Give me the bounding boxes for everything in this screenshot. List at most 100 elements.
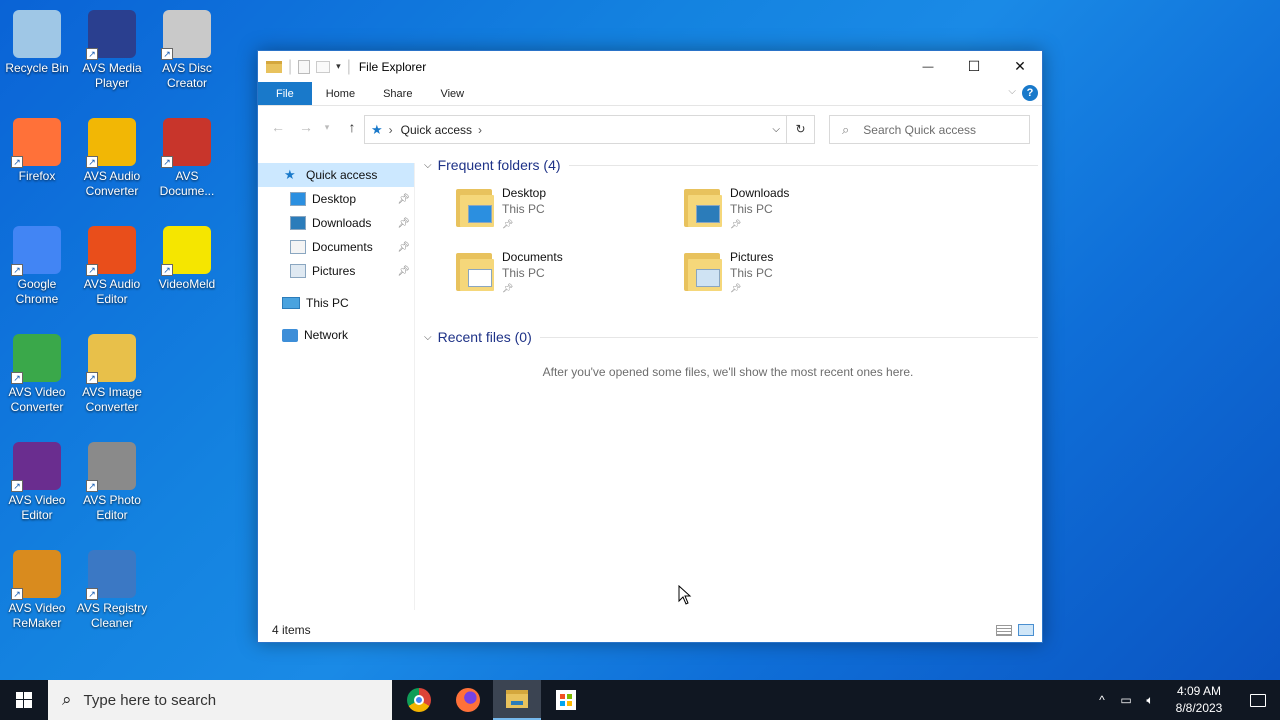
recycle-bin-icon <box>13 10 61 58</box>
desktop-icon-avs-audio-editor[interactable]: ↗ AVS Audio Editor <box>75 220 149 307</box>
divider <box>539 336 1038 338</box>
address-dropdown-icon[interactable]: ⌵ <box>772 124 780 135</box>
up-button[interactable]: ↑ <box>338 119 366 135</box>
large-icons-view-icon[interactable] <box>1018 624 1034 636</box>
desktop-icon-recycle-bin[interactable]: Recycle Bin <box>0 4 74 76</box>
nav-item-desktop[interactable]: Desktop 📌︎ <box>258 187 414 211</box>
desktop-icon-avs-photo-editor[interactable]: ↗ AVS Photo Editor <box>75 436 149 523</box>
documents-folder-icon <box>454 249 496 293</box>
details-view-icon[interactable] <box>996 624 1012 636</box>
shortcut-arrow-icon: ↗ <box>161 156 173 168</box>
taskbar-chrome[interactable] <box>395 680 443 720</box>
avs-registry-cleaner-icon: ↗ <box>86 550 136 600</box>
desktop-icon-avs-image-converter[interactable]: ↗ AVS Image Converter <box>75 328 149 415</box>
taskbar-search-input[interactable]: Type here to search <box>84 692 217 709</box>
recent-files-header[interactable]: ⌵ Recent files (0) <box>418 325 1038 349</box>
nav-network[interactable]: Network <box>258 323 414 347</box>
separator: | <box>288 57 293 75</box>
shortcut-arrow-icon: ↗ <box>11 156 23 168</box>
pictures-folder-icon <box>682 249 724 293</box>
tab-home[interactable]: Home <box>312 82 369 105</box>
desktop-icon-avs-document[interactable]: ↗ AVS Docume... <box>150 112 224 199</box>
action-center-button[interactable] <box>1236 680 1280 720</box>
breadcrumb-chevron-icon: › <box>388 122 393 137</box>
desktop-icon-google-chrome[interactable]: ↗ Google Chrome <box>0 220 74 307</box>
file-explorer-window: | ▾ | File Explorer — ☐ ✕ File Home Shar… <box>257 50 1043 643</box>
taskbar-store[interactable] <box>542 680 590 720</box>
pin-icon[interactable]: 📌︎ <box>397 194 410 205</box>
desktop-icon-label: AVS Media Player <box>82 61 142 90</box>
shortcut-arrow-icon: ↗ <box>86 48 98 60</box>
breadcrumb-quick-access[interactable]: Quick access <box>401 123 472 137</box>
desktop-icon-avs-audio-converter[interactable]: ↗ AVS Audio Converter <box>75 112 149 199</box>
taskbar-search[interactable]: ⌕ Type here to search <box>48 680 392 720</box>
breadcrumb-chevron-icon: › <box>478 122 483 137</box>
avs-photo-editor-icon: ↗ <box>86 442 136 492</box>
properties-icon[interactable] <box>298 59 311 74</box>
taskbar-firefox[interactable] <box>444 680 492 720</box>
folder-tile-pictures[interactable]: Pictures This PC 📌︎ <box>682 249 902 305</box>
desktop-icon-avs-media-player[interactable]: ↗ AVS Media Player <box>75 4 149 91</box>
back-button[interactable]: ← <box>264 119 292 135</box>
expand-ribbon-icon[interactable]: ⌵ <box>1008 86 1016 97</box>
pin-icon: 📌︎ <box>730 283 742 293</box>
desktop-icon-firefox[interactable]: ↗ Firefox <box>0 112 74 184</box>
folder-tile-downloads[interactable]: Downloads This PC 📌︎ <box>682 185 902 241</box>
status-bar: 4 items <box>258 618 1042 642</box>
folder-tile-documents[interactable]: Documents This PC 📌︎ <box>454 249 674 305</box>
recent-locations-icon[interactable]: ▾ <box>320 122 334 133</box>
frequent-folders-header[interactable]: ⌵ Frequent folders (4) <box>418 153 1038 177</box>
search-input[interactable]: Search Quick access <box>863 123 976 137</box>
desktop-icon-avs-disc-creator[interactable]: ↗ AVS Disc Creator <box>150 4 224 91</box>
start-button[interactable] <box>0 680 48 720</box>
new-folder-icon[interactable] <box>316 60 331 73</box>
refresh-button[interactable]: ↻ <box>786 116 814 143</box>
avs-media-player-icon: ↗ <box>86 10 136 60</box>
pin-icon: 📌︎ <box>730 219 742 229</box>
collapse-chevron-icon: ⌵ <box>424 331 432 343</box>
desktop-icon-avs-video-converter[interactable]: ↗ AVS Video Converter <box>0 328 74 415</box>
show-hidden-icons-icon[interactable]: ^ <box>1090 693 1114 707</box>
taskbar-file-explorer[interactable] <box>493 680 541 720</box>
tab-share[interactable]: Share <box>369 82 426 105</box>
search-icon: ⌕ <box>62 690 72 709</box>
nav-item-documents[interactable]: Documents 📌︎ <box>258 235 414 259</box>
clock[interactable]: 4:09 AM 8/8/2023 <box>1162 683 1236 717</box>
pin-icon[interactable]: 📌︎ <box>397 266 410 277</box>
folder-location: This PC <box>730 202 773 216</box>
nav-quick-access[interactable]: ★ Quick access <box>258 163 414 187</box>
nav-label: This PC <box>306 296 349 310</box>
documents-icon <box>290 240 306 254</box>
folder-name: Desktop <box>502 186 547 200</box>
search-box[interactable]: ⌕ Search Quick access <box>829 115 1030 144</box>
title-bar[interactable]: | ▾ | File Explorer — ☐ ✕ <box>258 51 1042 82</box>
shortcut-arrow-icon: ↗ <box>86 480 98 492</box>
shortcut-arrow-icon: ↗ <box>11 480 23 492</box>
help-icon[interactable]: ? <box>1022 85 1038 101</box>
desktop-icon-avs-registry-cleaner[interactable]: ↗ AVS Registry Cleaner <box>75 544 149 631</box>
nav-item-downloads[interactable]: Downloads 📌︎ <box>258 211 414 235</box>
avs-video-editor-icon: ↗ <box>11 442 61 492</box>
nav-item-pictures[interactable]: Pictures 📌︎ <box>258 259 414 283</box>
desktop-icon-avs-video-remaker[interactable]: ↗ AVS Video ReMaker <box>0 544 74 631</box>
maximize-button[interactable]: ☐ <box>951 51 997 82</box>
shortcut-arrow-icon: ↗ <box>161 48 173 60</box>
address-box[interactable]: ★ › Quick access › ⌵ ↻ <box>364 115 815 144</box>
volume-icon[interactable]: 🔈︎ <box>1138 693 1162 708</box>
desktop-icon-videomeld[interactable]: ↗ VideoMeld <box>150 220 224 292</box>
minimize-button[interactable]: — <box>905 51 951 82</box>
network-status-icon[interactable]: ▭ <box>1114 693 1138 707</box>
forward-button[interactable]: → <box>292 119 320 135</box>
folder-app-icon <box>266 60 282 73</box>
pin-icon[interactable]: 📌︎ <box>397 242 410 253</box>
nav-this-pc[interactable]: This PC <box>258 291 414 315</box>
desktop-icon-avs-video-editor[interactable]: ↗ AVS Video Editor <box>0 436 74 523</box>
tab-view[interactable]: View <box>426 82 478 105</box>
videomeld-icon: ↗ <box>161 226 211 276</box>
close-button[interactable]: ✕ <box>997 51 1043 82</box>
shortcut-arrow-icon: ↗ <box>86 264 98 276</box>
pin-icon[interactable]: 📌︎ <box>397 218 410 229</box>
customize-toolbar-icon[interactable]: ▾ <box>336 61 341 72</box>
tab-file[interactable]: File <box>258 82 312 105</box>
folder-tile-desktop[interactable]: Desktop This PC 📌︎ <box>454 185 674 241</box>
